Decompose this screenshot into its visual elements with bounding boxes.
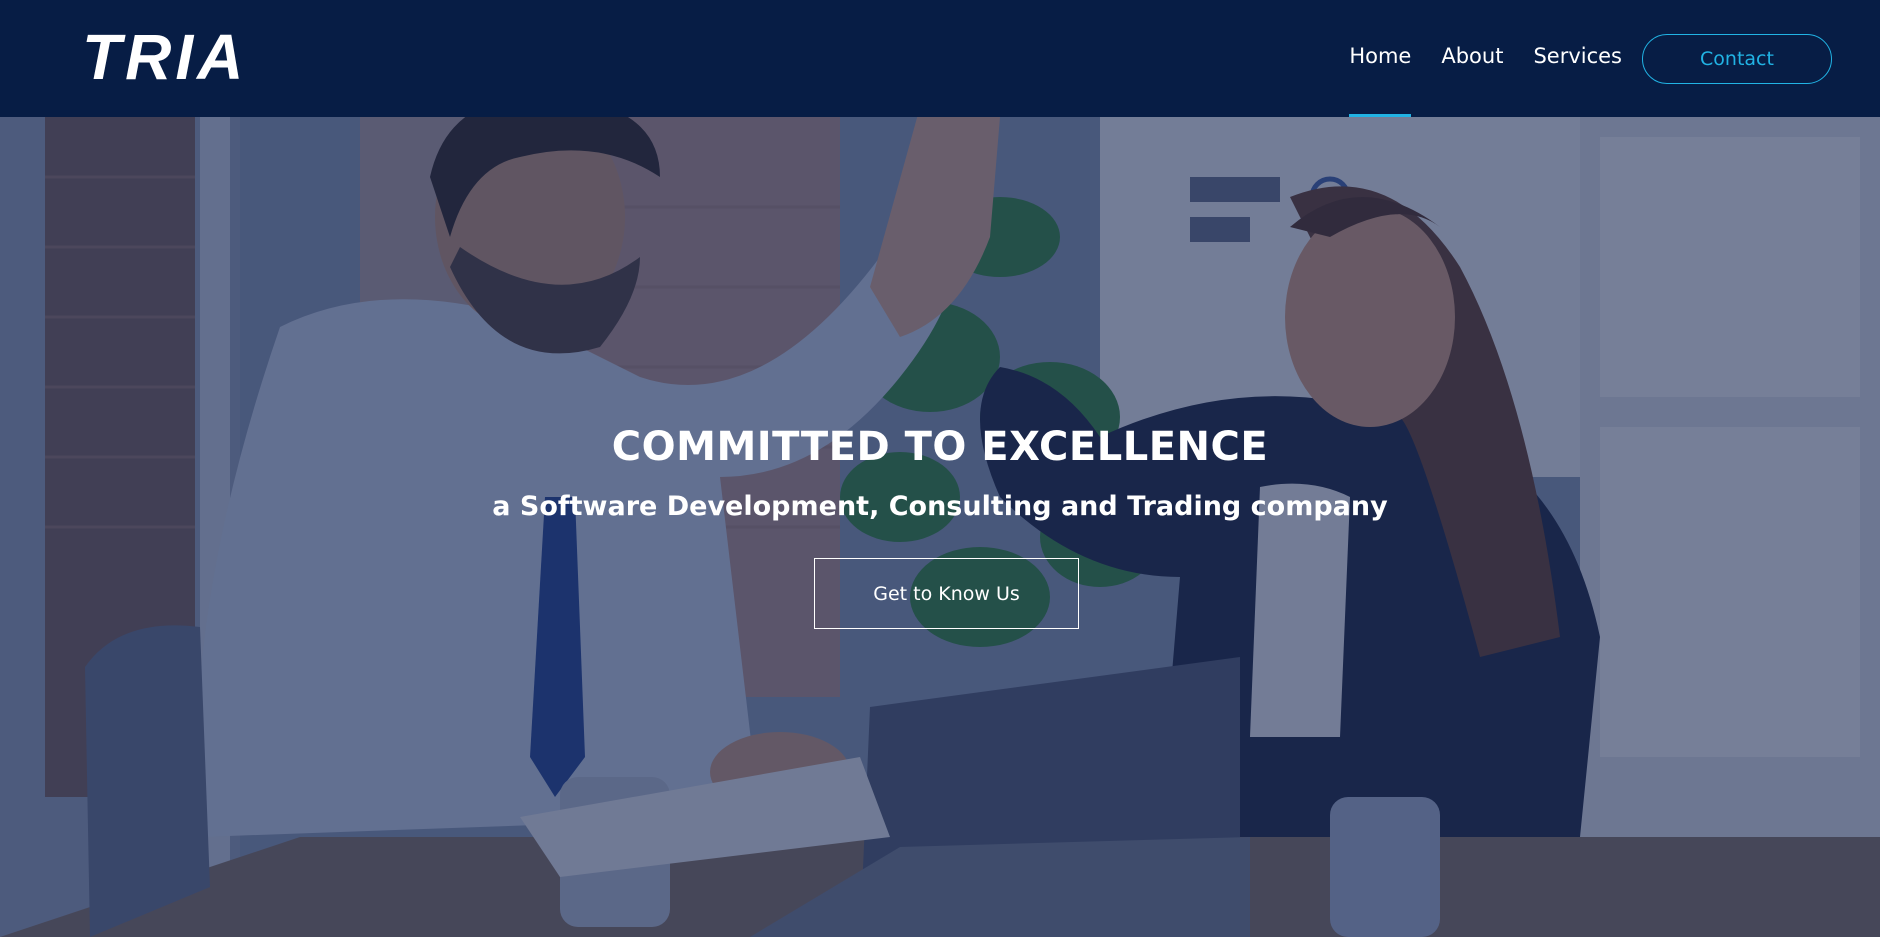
nav-link-about[interactable]: About [1441, 0, 1503, 117]
main-nav: Home About Services Contact [1349, 0, 1832, 117]
hero-section: COMMITTED TO EXCELLENCE a Software Devel… [0, 117, 1880, 937]
hero-subtitle: a Software Development, Consulting and T… [492, 491, 1388, 522]
brand-logo[interactable]: TRIA [82, 21, 290, 93]
contact-button[interactable]: Contact [1642, 33, 1832, 84]
hero-title: COMMITTED TO EXCELLENCE [611, 424, 1269, 470]
page: TRIA Home About Services Contact COMMITT… [0, 0, 1880, 937]
nav-link-home[interactable]: Home [1349, 0, 1412, 117]
nav-link-services[interactable]: Services [1533, 0, 1622, 117]
get-to-know-us-button[interactable]: Get to Know Us [814, 558, 1079, 629]
navbar: TRIA Home About Services Contact [0, 0, 1880, 117]
brand-logo-text: TRIA [82, 21, 248, 93]
hero-content: COMMITTED TO EXCELLENCE a Software Devel… [0, 117, 1880, 937]
